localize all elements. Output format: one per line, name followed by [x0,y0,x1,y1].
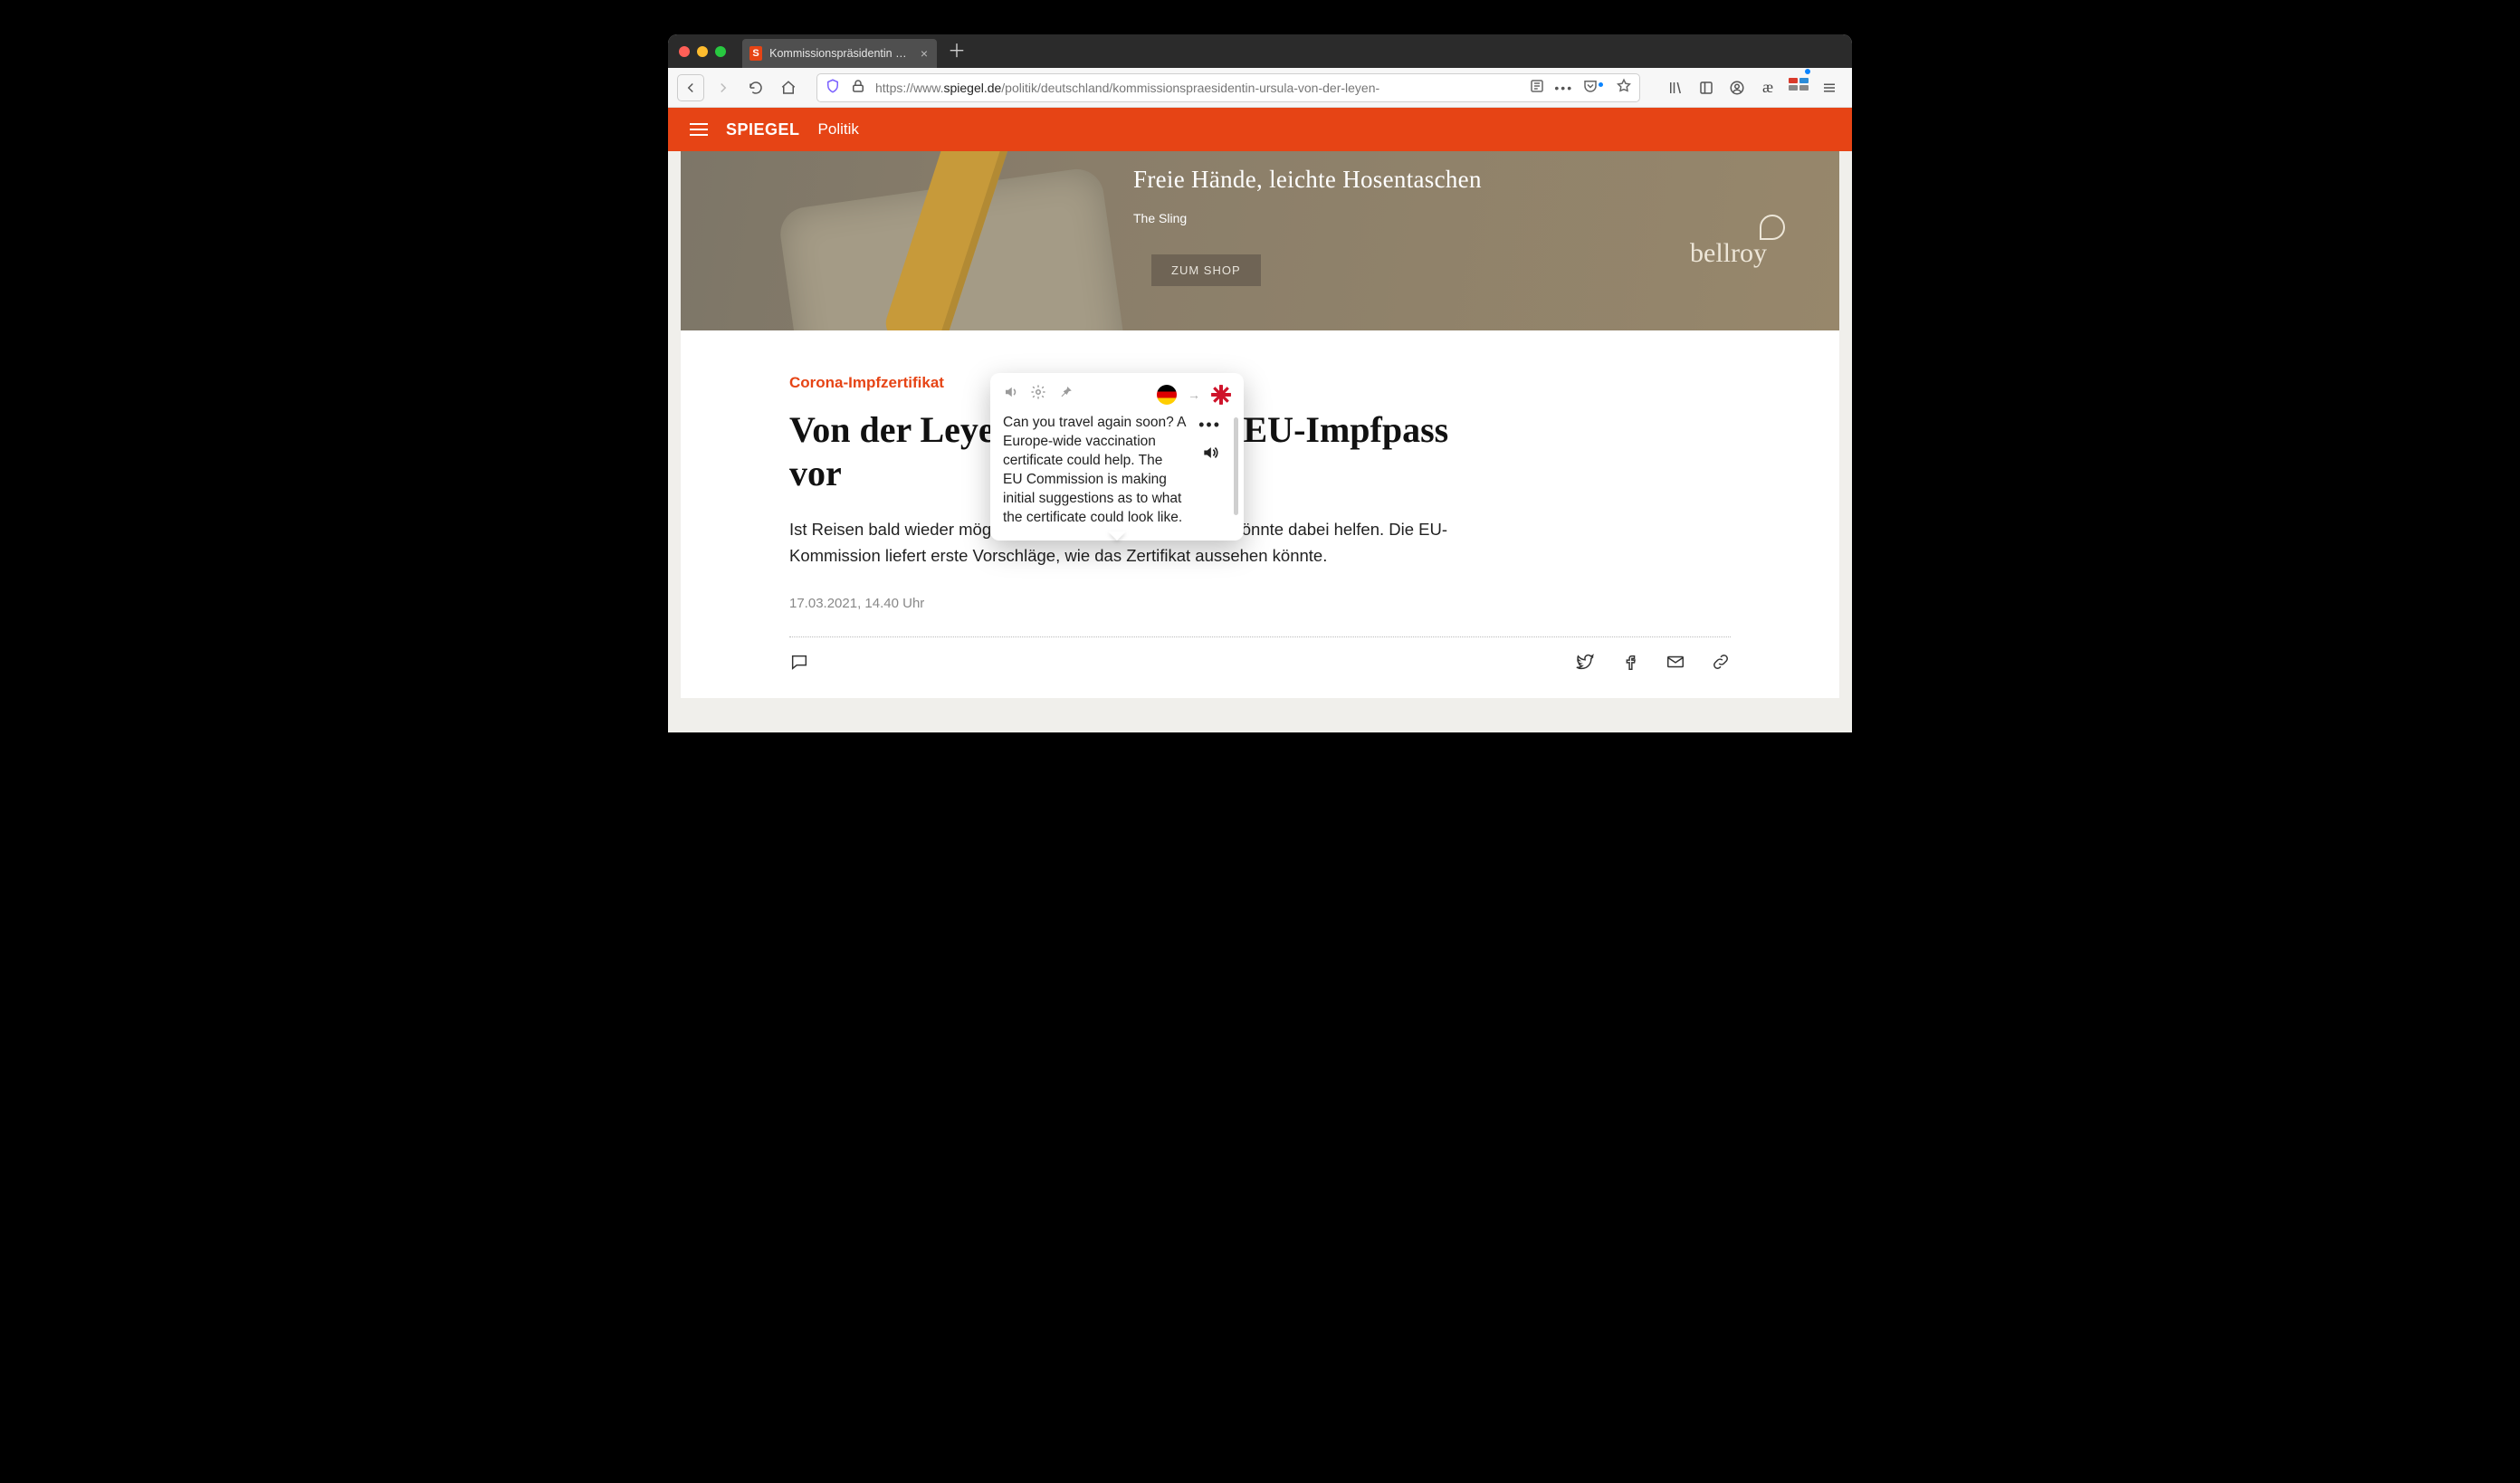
toolbar-right: æ [1662,74,1843,101]
forward-button[interactable] [710,74,737,101]
tab-close-button[interactable]: × [921,46,928,61]
url-path: /politik/deutschland/kommissionspraeside… [1001,81,1379,95]
bookmark-star-button[interactable] [1616,78,1632,97]
ad-brand-name: bellroy [1690,238,1767,269]
ad-headline: Freie Hände, leichte Hosentaschen [1133,166,1482,194]
url-text: https://www.spiegel.de/politik/deutschla… [875,81,1520,95]
translation-popover: → Can you travel again soon? A Europe-wi… [990,373,1244,541]
page-actions-button[interactable]: ••• [1554,81,1573,95]
facebook-icon[interactable] [1620,652,1640,676]
more-actions-button[interactable]: ••• [1198,416,1221,435]
sidebar-button[interactable] [1693,74,1720,101]
reload-button[interactable] [742,74,769,101]
tab-active[interactable]: S Kommissionspräsidentin Ursula × [742,39,937,68]
twitter-icon[interactable] [1575,652,1595,676]
window-controls [679,46,726,57]
extension-ae-button[interactable]: æ [1754,74,1781,101]
ad-banner[interactable]: Freie Hände, leichte Hosentaschen The Sl… [681,151,1839,330]
maximize-window-button[interactable] [715,46,726,57]
close-window-button[interactable] [679,46,690,57]
ad-brand-icon [1760,215,1785,240]
site-header: SPIEGEL Politik [668,108,1852,151]
settings-button[interactable] [1030,384,1046,405]
popover-toolbar: → [1003,384,1238,405]
comments-icon[interactable] [789,652,809,676]
url-host: spiegel.de [943,81,1001,95]
extensions-button[interactable] [1785,74,1812,101]
source-language-flag[interactable] [1157,385,1177,405]
speak-source-button[interactable] [1003,384,1019,405]
tab-strip: S Kommissionspräsidentin Ursula × ＋ [668,34,1852,68]
lock-icon[interactable] [850,78,866,97]
article: Corona-Impfzertifikat Von der Leyen stel… [681,330,1839,698]
pin-button[interactable] [1057,384,1074,405]
app-menu-button[interactable] [1816,74,1843,101]
address-bar[interactable]: https://www.spiegel.de/politik/deutschla… [816,73,1640,102]
link-icon[interactable] [1711,652,1731,676]
library-button[interactable] [1662,74,1689,101]
toolbar: https://www.spiegel.de/politik/deutschla… [668,68,1852,108]
url-prefix: https://www. [875,81,943,95]
home-button[interactable] [775,74,802,101]
tracking-shield-icon[interactable] [825,78,841,97]
site-section[interactable]: Politik [818,120,859,139]
speak-translation-button[interactable] [1201,444,1219,466]
site-brand[interactable]: SPIEGEL [726,120,800,139]
pocket-button[interactable] [1582,78,1607,97]
ad-subline: The Sling [1133,211,1187,225]
browser-window: S Kommissionspräsidentin Ursula × ＋ [668,34,1852,732]
email-icon[interactable] [1666,652,1685,676]
page-viewport: SPIEGEL Politik Freie Hände, leichte Hos… [668,108,1852,732]
article-kicker: Corona-Impfzertifikat [789,374,1731,392]
translation-text: Can you travel again soon? A Europe-wide… [1003,414,1189,528]
share-bar [789,652,1731,676]
ad-cta-button[interactable]: ZUM SHOP [1151,254,1261,286]
account-button[interactable] [1723,74,1751,101]
reader-mode-button[interactable] [1529,78,1545,97]
site-menu-button[interactable] [690,123,708,136]
new-tab-button[interactable]: ＋ [948,43,966,61]
tab-title: Kommissionspräsidentin Ursula [769,47,910,60]
minimize-window-button[interactable] [697,46,708,57]
target-language-flag[interactable] [1211,385,1231,405]
divider [789,636,1731,637]
popover-scrollbar[interactable] [1234,414,1238,528]
arrow-right-icon: → [1188,387,1200,402]
tab-favicon: S [749,46,762,61]
back-button[interactable] [677,74,704,101]
article-timestamp: 17.03.2021, 14.40 Uhr [789,596,1731,611]
